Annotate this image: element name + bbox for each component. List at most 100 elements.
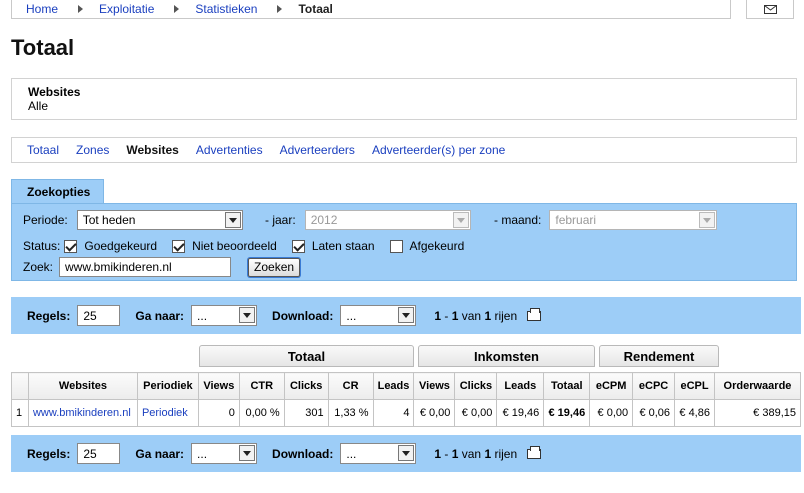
cell-orderwaarde: € 389,15 (713, 399, 802, 427)
subnav-websites[interactable]: Websites (126, 143, 178, 157)
col-header-ink-clicks[interactable]: Clicks (454, 372, 498, 400)
checkbox-laten-staan[interactable] (291, 239, 305, 253)
ganaar-value: ... (197, 446, 208, 461)
chevron-down-icon (224, 212, 241, 228)
search-options-panel: Periode: Tot heden - jaar: 2012 - maand:… (11, 203, 797, 281)
search-options-tab[interactable]: Zoekopties (11, 179, 104, 204)
col-header-ecpl[interactable]: eCPL (674, 372, 715, 400)
col-header-clicks[interactable]: Clicks (283, 372, 329, 400)
search-input-value: www.bmikinderen.nl (65, 260, 172, 274)
breadcrumb-exploitatie[interactable]: Exploitatie (99, 2, 154, 16)
printer-icon[interactable] (527, 445, 542, 459)
row-range: 1 - 1 van 1 rijen (434, 308, 518, 323)
col-header-ctr[interactable]: CTR (238, 372, 285, 400)
table-header-row: Websites Periodiek Views CTR Clicks CR L… (11, 372, 802, 400)
col-header-views[interactable]: Views (197, 372, 240, 400)
col-header-ecpm[interactable]: eCPM (589, 372, 634, 400)
periodiek-link[interactable]: Periodiek (142, 407, 188, 419)
jaar-select[interactable]: 2012 (304, 210, 471, 230)
search-button[interactable]: Zoeken (248, 257, 301, 277)
printer-icon[interactable] (527, 307, 542, 321)
mail-button[interactable] (746, 0, 794, 19)
regels-label: Regels: (27, 308, 71, 323)
status-goedgekeurd-label: Goedgekeurd (84, 239, 158, 253)
ganaar-select[interactable]: ... (191, 443, 258, 464)
maand-label: - maand: (494, 213, 542, 227)
col-header-ink-views[interactable]: Views (413, 372, 456, 400)
jaar-value: 2012 (310, 213, 338, 227)
ganaar-label: Ga naar: (135, 446, 185, 461)
breadcrumb-current: Totaal (298, 2, 333, 16)
checkbox-afgekeurd[interactable] (389, 239, 403, 253)
breadcrumb-arrow-icon (78, 5, 84, 13)
regels-label: Regels: (27, 446, 71, 461)
ganaar-select[interactable]: ... (191, 305, 258, 326)
col-header-ink-leads[interactable]: Leads (496, 372, 545, 400)
filter-label: Websites (28, 85, 81, 99)
breadcrumb-arrow-icon (277, 5, 283, 13)
cell-ink-leads: € 19,46 (496, 399, 545, 427)
maand-value: februari (555, 213, 597, 227)
search-input[interactable]: www.bmikinderen.nl (59, 257, 232, 277)
download-label: Download: (272, 446, 334, 461)
cell-periodiek: Periodiek (136, 399, 199, 427)
pager-bottom: Regels: 25 Ga naar: ... Download: ... 1 … (11, 435, 801, 472)
cell-ecpm: € 0,00 (589, 399, 634, 427)
statistics-table: Websites Periodiek Views CTR Clicks CR L… (11, 372, 802, 427)
regels-input[interactable]: 25 (77, 443, 121, 464)
periode-label: Periode: (23, 213, 68, 227)
group-header-rendement: Rendement (599, 345, 719, 367)
download-select[interactable]: ... (340, 305, 417, 326)
filter-value: Alle (28, 99, 49, 113)
col-header-periodiek[interactable]: Periodiek (136, 372, 199, 400)
col-header-ink-totaal[interactable]: Totaal (543, 372, 591, 400)
periode-value: Tot heden (82, 213, 136, 227)
checkbox-niet-beoordeeld[interactable] (172, 239, 186, 253)
breadcrumb-home[interactable]: Home (26, 2, 58, 16)
cell-leads: 4 (372, 399, 415, 427)
group-header-totaal: Totaal (199, 345, 414, 367)
filter-summary: Websites Alle (11, 78, 797, 120)
ganaar-label: Ga naar: (135, 308, 185, 323)
cell-index: 1 (11, 399, 29, 427)
download-value: ... (346, 446, 357, 461)
col-header-leads[interactable]: Leads (372, 372, 415, 400)
chevron-down-icon (398, 445, 415, 461)
cell-ecpc: € 0,06 (632, 399, 676, 427)
maand-select[interactable]: februari (549, 210, 718, 230)
checkbox-goedgekeurd[interactable] (64, 239, 78, 253)
regels-input[interactable]: 25 (77, 305, 121, 326)
download-select[interactable]: ... (340, 443, 417, 464)
status-label: Status: (23, 239, 61, 253)
page-title: Totaal (11, 35, 75, 60)
col-header-websites[interactable]: Websites (27, 372, 138, 400)
group-header-inkomsten: Inkomsten (418, 345, 595, 367)
zoek-label: Zoek: (23, 260, 54, 274)
chevron-down-icon (239, 307, 256, 323)
breadcrumb-statistieken[interactable]: Statistieken (195, 2, 257, 16)
col-header-orderwaarde[interactable]: Orderwaarde (713, 372, 802, 400)
subnav-advertenties[interactable]: Advertenties (196, 143, 263, 157)
jaar-label: - jaar: (265, 213, 296, 227)
periode-select[interactable]: Tot heden (76, 210, 243, 230)
subnav-totaal[interactable]: Totaal (27, 143, 59, 157)
subnav-adverteerder-per-zone[interactable]: Adverteerder(s) per zone (372, 143, 505, 157)
cell-clicks: 301 (283, 399, 329, 427)
subnav-adverteerders[interactable]: Adverteerders (280, 143, 355, 157)
col-header-ecpc[interactable]: eCPC (632, 372, 676, 400)
col-header-index (11, 372, 29, 400)
website-link[interactable]: www.bmikinderen.nl (33, 407, 131, 419)
cell-cr: 1,33 % (327, 399, 374, 427)
ganaar-value: ... (197, 308, 208, 323)
chevron-down-icon (398, 307, 415, 323)
table-row: 1 www.bmikinderen.nl Periodiek 0 0,00 % … (11, 399, 802, 427)
status-laten-staan-label: Laten staan (311, 239, 375, 253)
subnav-zones[interactable]: Zones (76, 143, 109, 157)
download-label: Download: (272, 308, 334, 323)
sub-navigation: Totaal Zones Websites Advertenties Adver… (11, 137, 797, 163)
cell-views: 0 (197, 399, 240, 427)
status-niet-beoordeeld-label: Niet beoordeeld (192, 239, 277, 253)
col-header-cr[interactable]: CR (327, 372, 374, 400)
cell-ink-totaal: € 19,46 (543, 399, 591, 427)
download-value: ... (346, 308, 357, 323)
